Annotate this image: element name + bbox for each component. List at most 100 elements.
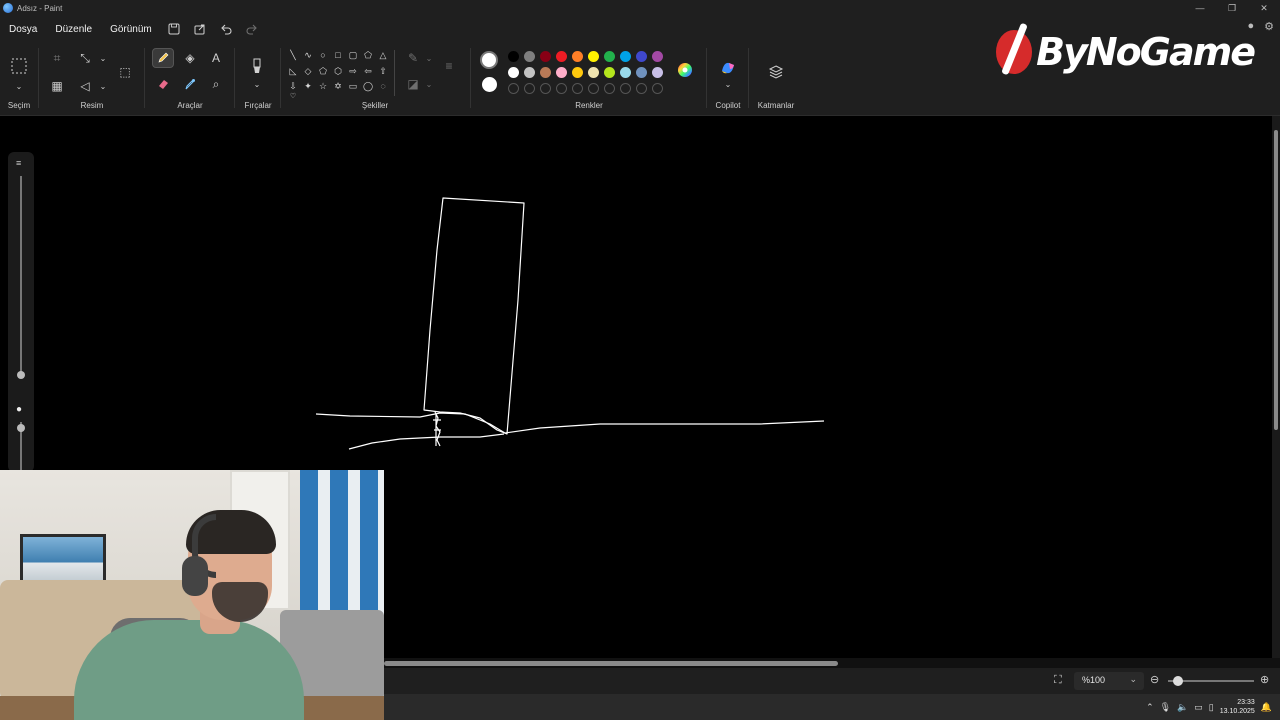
undo-icon[interactable] bbox=[213, 18, 239, 40]
rounded-rectangle-shape-icon[interactable]: ▢ bbox=[346, 50, 360, 61]
chevron-down-icon[interactable]: ⌄ bbox=[246, 74, 268, 94]
show-hidden-icons-icon[interactable]: ⌃ bbox=[1146, 702, 1154, 713]
custom-color-slot[interactable] bbox=[652, 83, 663, 94]
color-swatch[interactable] bbox=[508, 67, 519, 78]
chevron-down-icon[interactable]: ⌄ bbox=[418, 48, 440, 68]
callout-oval-shape-icon[interactable]: ◯ bbox=[361, 81, 375, 92]
color-swatch[interactable] bbox=[620, 67, 631, 78]
network-icon[interactable]: ▭ bbox=[1194, 702, 1203, 713]
pentagon-shape-icon[interactable]: ⬠ bbox=[316, 66, 330, 77]
vertical-scrollbar[interactable] bbox=[1272, 116, 1280, 664]
battery-icon[interactable]: ▯ bbox=[1209, 702, 1214, 713]
speaker-icon[interactable]: 🔈 bbox=[1177, 702, 1188, 713]
zoom-out-icon[interactable]: ⊖ bbox=[1150, 673, 1159, 686]
color-swatch[interactable] bbox=[652, 51, 663, 62]
save-icon[interactable] bbox=[161, 18, 187, 40]
primary-color[interactable] bbox=[480, 51, 498, 69]
arrow-left-shape-icon[interactable]: ⇦ bbox=[361, 66, 375, 77]
color-swatch[interactable] bbox=[572, 51, 583, 62]
four-point-star-shape-icon[interactable]: ✦ bbox=[301, 81, 315, 92]
pencil-icon[interactable] bbox=[152, 48, 174, 68]
color-swatch[interactable] bbox=[604, 51, 615, 62]
menu-edit[interactable]: Düzenle bbox=[46, 24, 101, 35]
text-tool-icon[interactable]: A bbox=[205, 48, 227, 68]
line-shape-icon[interactable]: ╲ bbox=[286, 50, 300, 61]
zoom-in-icon[interactable]: ⊕ bbox=[1260, 673, 1269, 686]
brush-icon[interactable] bbox=[246, 56, 268, 76]
color-swatch[interactable] bbox=[540, 67, 551, 78]
close-icon[interactable]: ✕ bbox=[1248, 0, 1280, 16]
microphone-icon[interactable]: 🎙 bbox=[1160, 702, 1171, 713]
callout-cloud-shape-icon[interactable]: ◌ bbox=[376, 81, 390, 91]
fill-bucket-icon[interactable]: ◈ bbox=[179, 48, 201, 68]
color-swatch[interactable] bbox=[540, 51, 551, 62]
color-swatch[interactable] bbox=[588, 67, 599, 78]
horizontal-scrollbar[interactable] bbox=[384, 658, 1280, 668]
eraser-icon[interactable] bbox=[152, 74, 174, 94]
color-picker-icon[interactable] bbox=[179, 74, 201, 94]
custom-color-slot[interactable] bbox=[540, 83, 551, 94]
color-swatch[interactable] bbox=[556, 51, 567, 62]
clock[interactable]: 23:33 13.10.2025 bbox=[1220, 698, 1255, 716]
callout-rect-shape-icon[interactable]: ▭ bbox=[346, 81, 360, 92]
color-swatch[interactable] bbox=[636, 51, 647, 62]
crop-icon[interactable]: ⌗ bbox=[46, 48, 68, 68]
shape-size-icon[interactable]: ≡ bbox=[438, 56, 460, 76]
opacity-slider-knob[interactable] bbox=[17, 424, 25, 432]
notification-icon[interactable]: 🔔 bbox=[1261, 702, 1272, 713]
right-triangle-shape-icon[interactable]: ◺ bbox=[286, 66, 300, 77]
curve-shape-icon[interactable]: ∿ bbox=[301, 50, 315, 61]
arrow-down-shape-icon[interactable]: ⇩ bbox=[286, 81, 300, 92]
selection-rectangle-icon[interactable] bbox=[8, 56, 30, 76]
custom-color-slot[interactable] bbox=[508, 83, 519, 94]
arrow-right-shape-icon[interactable]: ⇨ bbox=[346, 66, 360, 77]
secondary-color[interactable] bbox=[482, 77, 497, 92]
color-swatch[interactable] bbox=[652, 67, 663, 78]
color-swatch[interactable] bbox=[620, 51, 631, 62]
custom-color-slot[interactable] bbox=[588, 83, 599, 94]
zoom-slider-knob[interactable] bbox=[1173, 676, 1184, 686]
custom-color-slot[interactable] bbox=[556, 83, 567, 94]
chevron-down-icon[interactable]: ⌄ bbox=[418, 74, 440, 94]
color-swatch[interactable] bbox=[524, 51, 535, 62]
magnifier-icon[interactable]: ⌕ bbox=[205, 74, 227, 94]
custom-color-slot[interactable] bbox=[572, 83, 583, 94]
size-slider-knob[interactable] bbox=[17, 371, 25, 379]
settings-icon[interactable]: ⚙ bbox=[1264, 20, 1274, 33]
horizontal-scroll-thumb[interactable] bbox=[384, 661, 838, 666]
redo-icon[interactable] bbox=[239, 18, 265, 40]
custom-color-slot[interactable] bbox=[620, 83, 631, 94]
size-slider-track[interactable] bbox=[20, 176, 22, 372]
five-point-star-shape-icon[interactable]: ☆ bbox=[316, 81, 330, 92]
rectangle-shape-icon[interactable]: □ bbox=[331, 50, 345, 60]
custom-color-slot[interactable] bbox=[636, 83, 647, 94]
heart-shape-icon[interactable]: ♡ bbox=[286, 92, 300, 100]
color-swatch[interactable] bbox=[588, 51, 599, 62]
polygon-shape-icon[interactable]: ⬠ bbox=[361, 50, 375, 61]
menu-view[interactable]: Görünüm bbox=[101, 24, 161, 35]
minimize-icon[interactable]: — bbox=[1184, 0, 1216, 16]
chevron-down-icon[interactable]: ⌄ bbox=[92, 48, 114, 68]
chevron-down-icon[interactable]: ⌄ bbox=[92, 76, 114, 96]
chevron-down-icon[interactable]: ⌄ bbox=[717, 74, 739, 94]
chevron-down-icon[interactable]: ⌄ bbox=[8, 76, 30, 96]
color-swatch[interactable] bbox=[508, 51, 519, 62]
layers-icon[interactable] bbox=[765, 62, 787, 82]
custom-color-slot[interactable] bbox=[524, 83, 535, 94]
color-swatch[interactable] bbox=[524, 67, 535, 78]
color-swatch[interactable] bbox=[556, 67, 567, 78]
custom-color-slot[interactable] bbox=[604, 83, 615, 94]
oval-shape-icon[interactable]: ○ bbox=[316, 50, 330, 60]
restore-icon[interactable]: ❐ bbox=[1216, 0, 1248, 16]
vertical-scroll-thumb[interactable] bbox=[1274, 130, 1278, 430]
menu-file[interactable]: Dosya bbox=[0, 24, 46, 35]
six-point-star-shape-icon[interactable]: ✡ bbox=[331, 81, 345, 92]
share-icon[interactable] bbox=[187, 18, 213, 40]
image-creator-icon[interactable]: ⬚ bbox=[114, 62, 136, 82]
diamond-shape-icon[interactable]: ◇ bbox=[301, 66, 315, 77]
color-swatch[interactable] bbox=[636, 67, 647, 78]
edit-colors-icon[interactable] bbox=[674, 60, 696, 80]
color-swatch[interactable] bbox=[604, 67, 615, 78]
fit-to-window-icon[interactable]: ⛶ bbox=[1054, 674, 1062, 687]
zoom-dropdown[interactable]: %100 ⌄ bbox=[1074, 672, 1144, 690]
